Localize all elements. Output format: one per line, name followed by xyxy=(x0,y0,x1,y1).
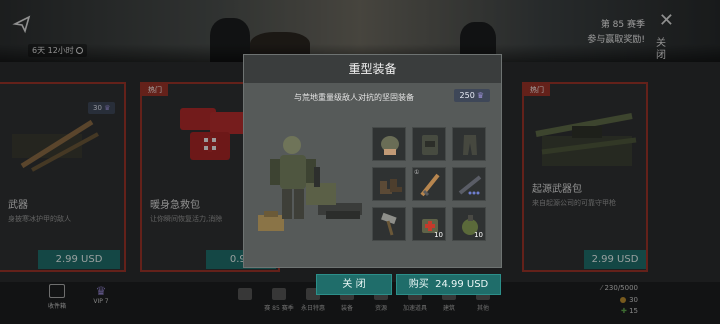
item-quantity: 10 xyxy=(474,231,483,239)
item-slot[interactable] xyxy=(412,127,446,161)
bundle-cost-badge: 250 ♛ xyxy=(453,89,490,102)
rifle-icon xyxy=(458,175,482,195)
item-slot[interactable] xyxy=(372,127,406,161)
crown-icon: ♛ xyxy=(476,91,484,100)
boots-icon xyxy=(380,179,402,194)
item-quantity: 10 xyxy=(434,231,443,239)
pants-icon xyxy=(463,135,477,155)
heavy-soldier-illustration xyxy=(258,136,362,231)
bundle-cost-value: 250 xyxy=(459,91,475,100)
buy-price: 24.99 USD xyxy=(435,279,489,290)
bundle-detail-dialog: 重型装备 与荒地重量级敌人对抗的坚固装备 250 ♛ ① 10 10 xyxy=(243,54,502,268)
dialog-subtitle: 与荒地重量级敌人对抗的坚固装备 xyxy=(294,93,414,102)
buy-button[interactable]: 购买 24.99 USD xyxy=(396,274,501,295)
item-slot[interactable]: 10 xyxy=(412,207,446,241)
buy-label: 购买 xyxy=(408,279,429,290)
item-slot[interactable] xyxy=(452,127,486,161)
helmet-icon xyxy=(381,136,399,155)
item-slot[interactable]: 10 xyxy=(452,207,486,241)
item-slot[interactable] xyxy=(372,167,406,201)
vest-icon xyxy=(422,135,438,155)
hammer-icon xyxy=(381,212,397,236)
item-slot[interactable] xyxy=(372,207,406,241)
shotgun-icon xyxy=(420,173,440,197)
close-button[interactable]: 关 闭 xyxy=(316,274,392,295)
item-slot[interactable]: ① xyxy=(412,167,446,201)
dialog-title: 重型装备 xyxy=(244,55,501,83)
item-slot[interactable] xyxy=(452,167,486,201)
